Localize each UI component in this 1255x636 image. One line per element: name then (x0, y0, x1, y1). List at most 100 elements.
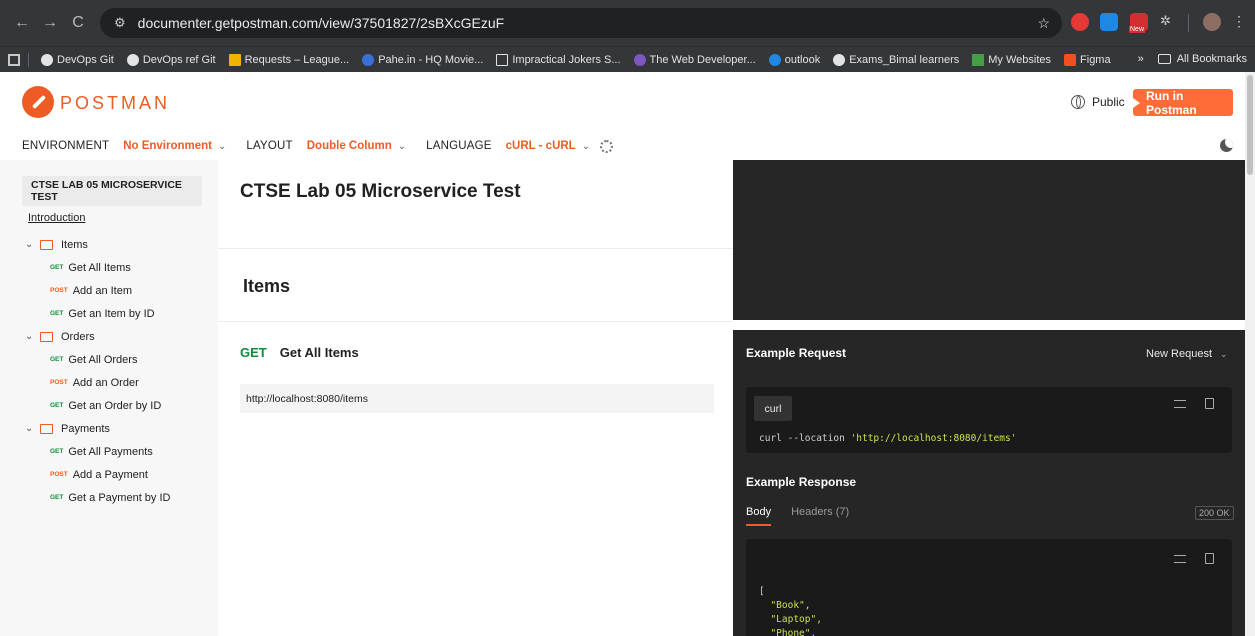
sidebar-request-item[interactable]: GET Get All Payments (0, 440, 218, 463)
webdev-icon (633, 53, 646, 66)
environment-select[interactable]: No Environment (123, 140, 212, 152)
bookmarks-divider (28, 52, 29, 67)
wrap-text-icon[interactable] (1174, 555, 1186, 563)
forward-button[interactable]: → (38, 14, 62, 32)
folder-icon (40, 331, 53, 342)
copy-icon[interactable] (1205, 553, 1214, 564)
sidebar-folder-payments[interactable]: ⌄ Payments (0, 417, 218, 440)
chevron-down-icon[interactable]: ⌄ (25, 239, 40, 250)
github-icon (41, 53, 53, 66)
app-root: ← → C ⚙ documenter.getpostman.com/view/3… (0, 0, 1255, 636)
folder-icon (40, 239, 53, 250)
dark-mode-toggle-icon[interactable] (1220, 139, 1233, 152)
back-button[interactable]: ← (10, 14, 34, 32)
extensions-puzzle-icon[interactable]: ✲ (1160, 13, 1178, 31)
all-bookmarks-button[interactable]: All Bookmarks (1177, 53, 1247, 65)
gear-icon[interactable] (600, 139, 614, 153)
bookmarks-overflow-button[interactable]: » (1138, 53, 1144, 65)
page-title: CTSE Lab 05 Microservice Test (240, 181, 521, 202)
scrollbar-thumb[interactable] (1247, 75, 1253, 175)
example-panel: Example Request New Request ⌄ curl curl -… (733, 330, 1245, 636)
bookmark-star-icon[interactable]: ☆ (1037, 15, 1050, 32)
globe-icon (1071, 95, 1085, 109)
figma-icon (1064, 53, 1077, 66)
bookmark-item[interactable]: Pahe.in - HQ Movie... (362, 53, 483, 66)
tab-body[interactable]: Body (746, 506, 772, 526)
bookmark-item[interactable]: My Websites (972, 53, 1051, 66)
reload-button[interactable]: C (66, 14, 90, 32)
collection-title[interactable]: CTSE LAB 05 MICROSERVICE TEST (22, 176, 202, 206)
introduction-link[interactable]: Introduction (28, 212, 85, 224)
language-select[interactable]: cURL - cURL (506, 140, 576, 152)
right-panel-top (733, 160, 1245, 320)
curl-command: curl --location 'http://localhost:8080/i… (759, 433, 1017, 444)
sidebar-folder-items[interactable]: ⌄ Items (0, 233, 218, 256)
tab-headers[interactable]: Headers (7) (791, 506, 849, 526)
bookmark-item[interactable]: Impractical Jokers S... (496, 53, 621, 66)
globe-icon (833, 53, 846, 66)
folder-icon (1157, 54, 1171, 64)
layout-select[interactable]: Double Column (307, 140, 392, 152)
toolbar-divider (1188, 14, 1189, 32)
new-request-dropdown[interactable]: New Request ⌄ (1146, 348, 1228, 360)
sidebar-request-item[interactable]: GET Get a Payment by ID (0, 486, 218, 509)
request-url[interactable]: http://localhost:8080/items (240, 384, 714, 413)
example-response-title: Example Response (746, 475, 857, 489)
sidebar-request-item[interactable]: GET Get an Item by ID (0, 302, 218, 325)
main-content: CTSE Lab 05 Microservice Test Items GET … (218, 160, 733, 636)
sidebar-request-item[interactable]: GET Get All Orders (0, 348, 218, 371)
extension-blue-icon[interactable] (1100, 13, 1118, 31)
league-icon (228, 53, 241, 66)
chevron-down-icon[interactable]: ⌄ (25, 331, 40, 342)
bookmark-item[interactable]: outlook (768, 53, 820, 66)
run-in-postman-label: Run in Postman (1146, 88, 1197, 117)
response-json: [ "Book", "Laptop", "Phone", (759, 586, 822, 636)
wrap-text-icon[interactable] (1174, 400, 1186, 408)
sidebar-request-item[interactable]: POST Add an Item (0, 279, 218, 302)
sidebar: CTSE LAB 05 MICROSERVICE TEST Introducti… (0, 160, 218, 636)
sidebar-request-item[interactable]: POST Add a Payment (0, 463, 218, 486)
example-request-title: Example Request (746, 346, 847, 360)
chevron-down-icon: ⌄ (1220, 349, 1228, 359)
bookmark-item[interactable]: Figma (1064, 53, 1111, 66)
address-bar[interactable]: ⚙ documenter.getpostman.com/view/3750182… (100, 8, 1062, 38)
postman-header: POSTMAN Public Run in Postman (0, 72, 1255, 132)
bookmark-item[interactable]: Exams_Bimal learners (833, 53, 959, 66)
postman-logo-icon (22, 86, 54, 118)
extension-red-icon[interactable] (1071, 13, 1089, 31)
site-info-icon[interactable]: ⚙ (114, 15, 126, 31)
apps-grid-icon[interactable] (8, 53, 20, 66)
response-tabs: Body Headers (7) (746, 506, 849, 526)
chevron-down-icon[interactable]: ⌄ (582, 141, 590, 152)
sidebar-request-item[interactable]: POST Add an Order (0, 371, 218, 394)
chevron-down-icon[interactable]: ⌄ (25, 423, 40, 434)
bookmark-item[interactable]: Requests – League... (228, 53, 349, 66)
bookmark-item[interactable]: The Web Developer... (633, 53, 756, 66)
bookmark-item[interactable]: DevOps Git (41, 53, 114, 66)
code-language-tab[interactable]: curl (754, 396, 792, 421)
public-indicator: Public (1071, 95, 1125, 109)
extension-new-icon[interactable]: New (1129, 13, 1148, 33)
folder-icon (40, 423, 53, 434)
sidebar-request-item[interactable]: GET Get All Items (0, 256, 218, 279)
environment-label: ENVIRONMENT (22, 140, 110, 152)
sidebar-folder-orders[interactable]: ⌄ Orders (0, 325, 218, 348)
address-url[interactable]: documenter.getpostman.com/view/37501827/… (138, 15, 505, 31)
response-code-block: [ "Book", "Laptop", "Phone", (746, 539, 1232, 636)
section-divider (218, 248, 733, 249)
copy-icon[interactable] (1205, 398, 1214, 409)
chevron-down-icon[interactable]: ⌄ (218, 141, 226, 152)
browser-toolbar: ← → C ⚙ documenter.getpostman.com/view/3… (0, 0, 1255, 46)
chevron-down-icon[interactable]: ⌄ (398, 141, 406, 152)
bookmarks-bar: DevOps Git DevOps ref Git Requests – Lea… (0, 46, 1255, 72)
curl-url: 'http://localhost:8080/items' (850, 433, 1017, 444)
sidebar-request-item[interactable]: GET Get an Order by ID (0, 394, 218, 417)
bookmark-item[interactable]: DevOps ref Git (126, 53, 216, 66)
settings-bar: ENVIRONMENT No Environment ⌄ LAYOUT Doub… (0, 132, 1255, 160)
section-divider (218, 321, 733, 322)
request-name: Get All Items (279, 345, 359, 360)
browser-menu-icon[interactable]: ⋮ (1232, 13, 1250, 31)
outlook-icon (768, 53, 781, 66)
run-in-postman-button[interactable]: Run in Postman (1133, 88, 1233, 117)
profile-avatar[interactable] (1203, 13, 1221, 31)
